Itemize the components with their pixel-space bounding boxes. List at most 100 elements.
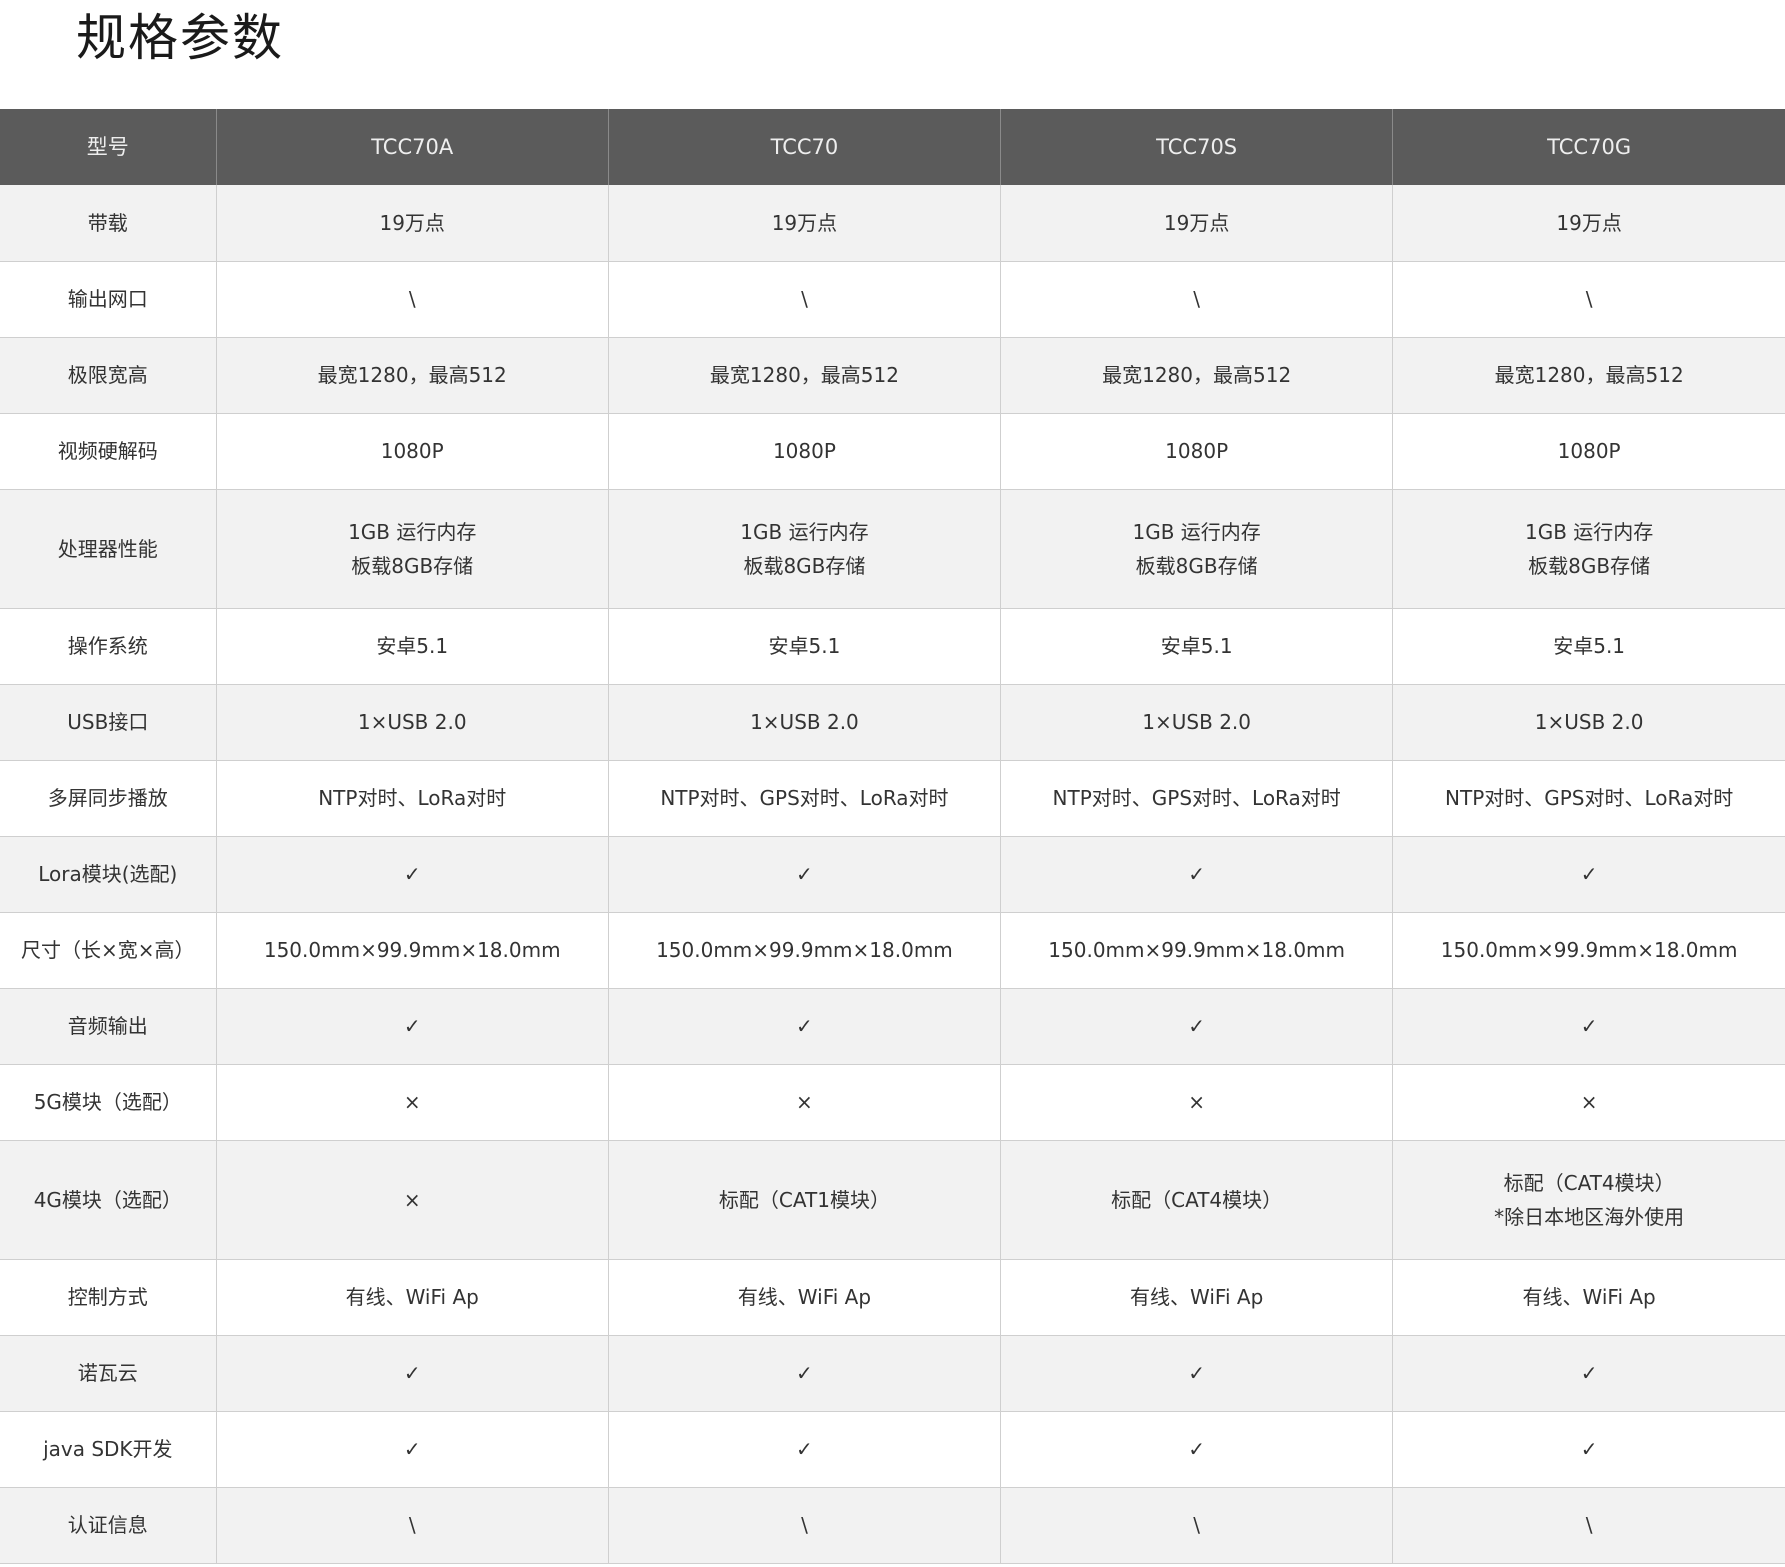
spec-value-text: \: [801, 1513, 808, 1537]
spec-value-text: 有线、WiFi Ap: [1522, 1285, 1656, 1309]
spec-value-text: 板载8GB存储: [1528, 553, 1651, 578]
spec-value-text: \: [408, 287, 416, 311]
table-row: 处理器性能 1GB 运行内存 板载8GB存储 1GB 运行内存 板载8GB存储 1GB 运…: [0, 489, 1785, 609]
row-label-cell: 极限宽高: [0, 337, 217, 414]
spec-value-cell: 有线、WiFi Ap: [216, 1259, 609, 1336]
spec-value-text: 1×USB 2.0: [357, 710, 467, 734]
spec-value-text: ✓: [403, 1014, 421, 1038]
spec-value-cell: 有线、WiFi Ap: [608, 1259, 1002, 1336]
spec-value-text: NTP对时、GPS对时、LoRa对时: [1445, 786, 1734, 810]
spec-value-text: 19万点: [1556, 210, 1622, 235]
spec-value-text: ✓: [1188, 1014, 1206, 1038]
row-label-cell: USB接口: [0, 684, 217, 761]
spec-value-text: ✓: [796, 1361, 813, 1385]
spec-value-cell: ✓: [216, 1411, 609, 1488]
table-row: 带载 19万点 19万点 19万点 19万点: [0, 185, 1785, 262]
spec-value-cell: 1080P: [1392, 413, 1785, 490]
spec-value-cell: ✓: [608, 988, 1002, 1065]
spec-value-cell: ×: [1392, 1064, 1785, 1141]
spec-value-text: 板载8GB存储: [743, 553, 866, 578]
row-label-cell: 认证信息: [0, 1487, 217, 1564]
spec-value-text: 1GB 运行内存: [1132, 519, 1261, 544]
spec-value-text: 安卓5.1: [768, 634, 841, 658]
row-label-cell: 视频硬解码: [0, 413, 217, 490]
spec-value-cell: 150.0mm×99.9mm×18.0mm: [1392, 912, 1785, 989]
spec-value-cell: \: [216, 261, 609, 338]
spec-value-cell: ✓: [216, 1335, 609, 1412]
spec-value-text: 1080P: [380, 439, 444, 463]
table-row: 4G模块（选配） × 标配（CAT1模块） 标配（CAT4模块） 标配（CAT4模块） *…: [0, 1140, 1785, 1260]
spec-value-cell: 标配（CAT4模块） *除日本地区海外使用: [1392, 1140, 1785, 1260]
row-label-cell: 5G模块（选配）: [0, 1064, 217, 1141]
spec-value-text: 150.0mm×99.9mm×18.0mm: [1440, 938, 1738, 962]
spec-value-text: 标配（CAT1模块）: [718, 1187, 890, 1212]
spec-value-cell: 1GB 运行内存 板载8GB存储: [1392, 489, 1785, 609]
spec-value-text: \: [1193, 287, 1201, 311]
spec-value-cell: 19万点: [1392, 185, 1785, 262]
row-label-cell: 多屏同步播放: [0, 760, 217, 837]
row-label-cell: 控制方式: [0, 1259, 217, 1336]
row-label-cell: 尺寸（长×宽×高）: [0, 912, 217, 989]
spec-value-text: 板载8GB存储: [351, 553, 474, 578]
spec-value-cell: NTP对时、GPS对时、LoRa对时: [1000, 760, 1394, 837]
spec-value-text: ✓: [1580, 1361, 1598, 1385]
spec-value-cell: 1GB 运行内存 板载8GB存储: [608, 489, 1002, 609]
spec-value-cell: 最宽1280，最高512: [1000, 337, 1394, 414]
spec-value-text: 1080P: [1557, 439, 1621, 463]
spec-value-text: 标配（CAT4模块）: [1503, 1170, 1675, 1195]
spec-value-cell: \: [216, 1487, 609, 1564]
table-row: 输出网口 \ \ \ \: [0, 261, 1785, 338]
spec-value-cell: 1GB 运行内存 板载8GB存储: [1000, 489, 1394, 609]
row-label-cell: Lora模块(选配): [0, 836, 217, 913]
spec-value-text: ✓: [796, 1014, 813, 1038]
spec-value-text: 安卓5.1: [376, 634, 449, 658]
spec-value-text: 150.0mm×99.9mm×18.0mm: [656, 938, 953, 962]
spec-value-text: ✓: [1188, 862, 1206, 886]
spec-value-text: ×: [1188, 1090, 1206, 1114]
spec-value-text: ×: [1580, 1090, 1598, 1114]
spec-value-cell: 标配（CAT1模块）: [608, 1140, 1002, 1260]
spec-value-cell: ×: [216, 1064, 609, 1141]
spec-value-cell: \: [1392, 1487, 1785, 1564]
spec-value-cell: 1080P: [608, 413, 1002, 490]
spec-value-cell: 150.0mm×99.9mm×18.0mm: [216, 912, 609, 989]
spec-value-cell: 1080P: [1000, 413, 1394, 490]
spec-value-cell: ✓: [1392, 1335, 1785, 1412]
row-label-cell: 操作系统: [0, 608, 217, 685]
spec-value-text: \: [1193, 1513, 1201, 1537]
spec-value-text: 19万点: [1163, 210, 1230, 235]
row-label-cell: 处理器性能: [0, 489, 217, 609]
table-row: Lora模块(选配) ✓ ✓ ✓ ✓: [0, 836, 1785, 913]
spec-value-text: 1GB 运行内存: [1524, 519, 1654, 544]
spec-table: 型号 TCC70A TCC70 TCC70S TCC70G 带载 19万点 19万点…: [0, 109, 1785, 1564]
spec-value-cell: 1GB 运行内存 板载8GB存储: [216, 489, 609, 609]
spec-value-cell: ✓: [1000, 1411, 1394, 1488]
spec-value-cell: 1×USB 2.0: [1392, 684, 1785, 761]
spec-value-cell: \: [1392, 261, 1785, 338]
spec-value-cell: 有线、WiFi Ap: [1000, 1259, 1394, 1336]
table-body: 带载 19万点 19万点 19万点 19万点 输出网口 \ \ \ \ 极限宽高 最宽1280，最高5…: [0, 185, 1785, 1564]
table-row: 尺寸（长×宽×高） 150.0mm×99.9mm×18.0mm 150.0mm×99…: [0, 912, 1785, 989]
spec-value-cell: 19万点: [216, 185, 609, 262]
spec-value-cell: ×: [1000, 1064, 1394, 1141]
spec-value-text: 最宽1280，最高512: [1494, 363, 1684, 387]
spec-value-text: ✓: [403, 862, 421, 886]
spec-value-cell: ✓: [608, 1411, 1002, 1488]
spec-value-cell: 150.0mm×99.9mm×18.0mm: [608, 912, 1002, 989]
spec-value-cell: 标配（CAT4模块）: [1000, 1140, 1394, 1260]
spec-value-cell: 最宽1280，最高512: [216, 337, 609, 414]
spec-value-text: 最宽1280，最高512: [317, 363, 507, 387]
spec-value-text: 1080P: [772, 439, 836, 463]
spec-value-text: \: [1585, 1513, 1593, 1537]
spec-value-text: \: [801, 287, 808, 311]
header-label-cell: 型号: [0, 109, 217, 185]
spec-value-text: 安卓5.1: [1553, 634, 1626, 658]
spec-value-text: 1×USB 2.0: [1142, 710, 1251, 734]
spec-value-cell: 19万点: [1000, 185, 1394, 262]
spec-value-text: 1×USB 2.0: [750, 710, 859, 734]
row-label-cell: java SDK开发: [0, 1411, 217, 1488]
spec-value-text: ✓: [403, 1437, 421, 1461]
table-row: 多屏同步播放 NTP对时、LoRa对时 NTP对时、GPS对时、LoRa对时 NTP对…: [0, 760, 1785, 837]
spec-value-cell: \: [1000, 1487, 1394, 1564]
spec-value-cell: 安卓5.1: [216, 608, 609, 685]
